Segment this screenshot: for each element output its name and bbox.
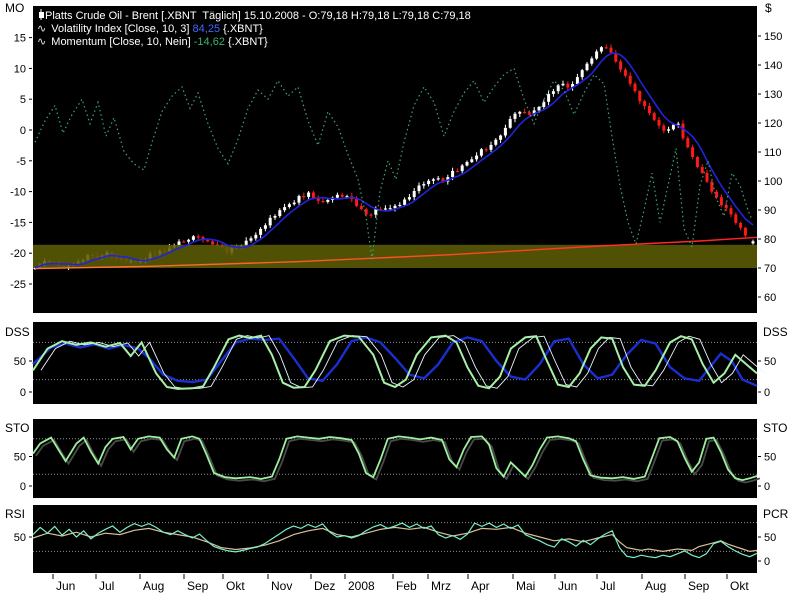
dss-tick-label: 50 <box>764 356 776 368</box>
legend-momentum-line: ∿ Momentum [Close, 10, Nein] -14,62 {.XB… <box>37 36 471 49</box>
month-label: Nov <box>271 579 292 593</box>
price-tick-label: 90 <box>764 205 776 217</box>
momentum-suffix: {.XBNT} <box>225 36 268 48</box>
momentum-label: Momentum [Close, 10, Nein] <box>51 36 193 48</box>
month-label: Sep <box>187 579 209 593</box>
dss-tick-label: 0 <box>764 387 770 399</box>
mo-tick-label: 15 <box>14 33 26 45</box>
price-tick-label: 60 <box>764 292 776 304</box>
dss-panel[interactable] <box>33 322 757 404</box>
charting-app-window: { "colors": { "background": "#ffffff", "… <box>0 0 800 600</box>
dss-left-axis-title: DSS <box>5 325 33 339</box>
sto-tick-label: 50 <box>764 452 776 464</box>
volatility-value: 84,25 <box>193 23 221 35</box>
month-label: Mai <box>516 579 535 593</box>
rsi-panel[interactable] <box>33 505 757 573</box>
sto-right-axis-title: STO <box>763 421 800 435</box>
price-tick-label: 120 <box>764 118 782 130</box>
month-label: Sep <box>688 579 710 593</box>
mo-tick-label: -10 <box>10 187 26 199</box>
main-left-axis-title: MO <box>5 1 24 15</box>
volatility-label: Volatility Index [Close, 10, 3] <box>51 23 192 35</box>
price-tick-label: 130 <box>764 89 782 101</box>
price-tick-label: 70 <box>764 263 776 275</box>
rsi-left-axis-title: RSI <box>5 507 33 521</box>
month-label: Apr <box>471 579 490 593</box>
mo-tick-label: -25 <box>10 279 26 291</box>
legend-volatility-line: ∿ Volatility Index [Close, 10, 3] 84,25 … <box>37 23 471 36</box>
mo-tick-label: 5 <box>20 94 26 106</box>
month-label: Okt <box>730 579 749 593</box>
legend-instrument-line: Platts Crude Oil - Brent [.XBNT Täglich]… <box>37 8 471 23</box>
chart-canvas[interactable]: 151050-5-10-15-20-2515014013012011010090… <box>0 0 800 600</box>
price-tick-label: 140 <box>764 60 782 72</box>
candlestick-icon <box>37 9 45 24</box>
month-label: Dez <box>314 579 335 593</box>
rsi-right-axis-title: PCR <box>763 507 800 521</box>
mo-tick-label: 10 <box>14 63 26 75</box>
month-label: 2008 <box>348 579 375 593</box>
sto-panel[interactable] <box>33 419 757 498</box>
month-label: Jun <box>56 579 75 593</box>
chart-legend: Platts Crude Oil - Brent [.XBNT Täglich]… <box>37 8 471 49</box>
mo-tick-label: -5 <box>16 156 26 168</box>
dss-tick-label: 50 <box>14 356 26 368</box>
mo-tick-label: 0 <box>20 125 26 137</box>
month-label: Aug <box>143 579 164 593</box>
wave-icon: ∿ <box>37 23 51 35</box>
price-tick-label: 110 <box>764 147 782 159</box>
rsi-tick-label: 50 <box>764 532 776 544</box>
rsi-tick-label: 0 <box>764 556 770 568</box>
month-label: Feb <box>396 579 417 593</box>
sto-left-axis-title: STO <box>5 421 33 435</box>
rsi-tick-label: 50 <box>14 532 26 544</box>
month-label: Jul <box>99 579 114 593</box>
sto-tick-label: 0 <box>20 481 26 493</box>
momentum-value: -14,62 <box>194 36 225 48</box>
mo-tick-label: -20 <box>10 248 26 260</box>
month-label: Jul <box>600 579 615 593</box>
dss-right-axis-title: DSS <box>763 325 800 339</box>
mo-tick-label: -15 <box>10 217 26 229</box>
dss-tick-label: 0 <box>20 387 26 399</box>
month-label: Mrz <box>431 579 451 593</box>
main-right-axis-title: $ <box>765 1 772 15</box>
month-label: Aug <box>645 579 666 593</box>
month-label: Okt <box>226 579 245 593</box>
price-tick-label: 150 <box>764 31 782 43</box>
price-tick-label: 80 <box>764 234 776 246</box>
instrument-title: Platts Crude Oil - Brent [.XBNT Täglich]… <box>45 10 471 22</box>
month-label: Jun <box>558 579 577 593</box>
wave-icon: ∿ <box>37 36 51 48</box>
price-tick-label: 100 <box>764 176 782 188</box>
sto-tick-label: 0 <box>764 481 770 493</box>
sto-tick-label: 50 <box>14 452 26 464</box>
support-zone <box>33 245 757 268</box>
volatility-suffix: {.XBNT} <box>220 23 263 35</box>
